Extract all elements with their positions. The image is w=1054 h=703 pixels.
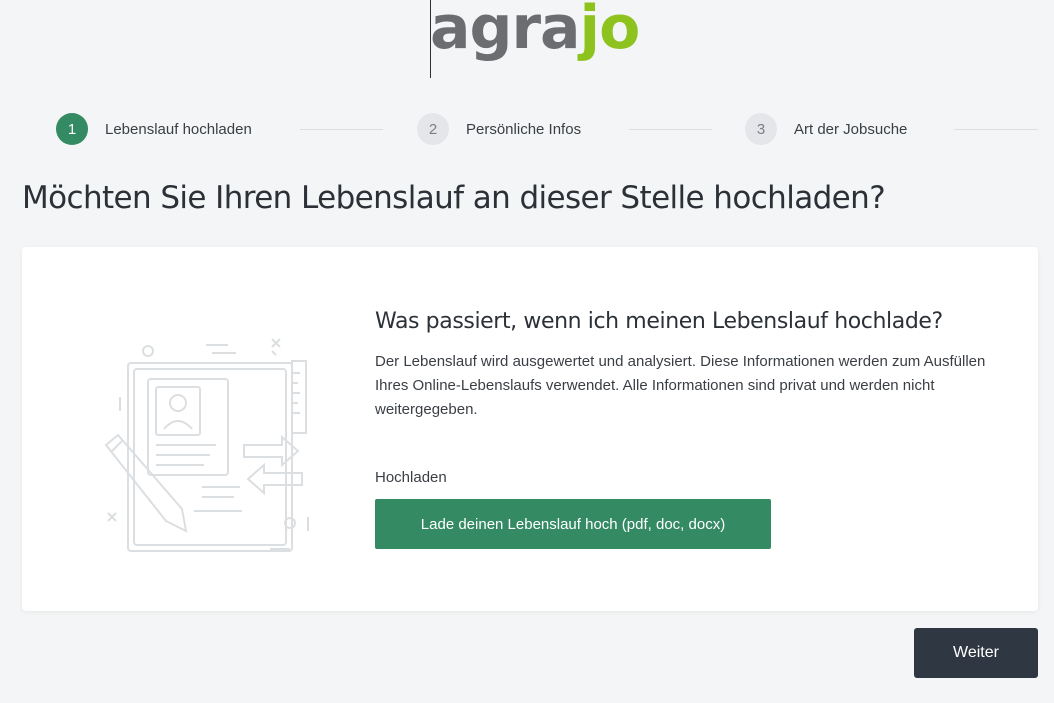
info-heading: Was passiert, wenn ich meinen Lebenslauf… [375,309,943,334]
step-3[interactable]: 3 Art der Jobsuche [745,113,907,145]
step-1[interactable]: 1 Lebenslauf hochladen [56,113,252,145]
logo-part-2: jo [579,0,641,63]
step-connector [954,129,1038,130]
step-2[interactable]: 2 Persönliche Infos [417,113,581,145]
step-3-number: 3 [745,113,777,145]
step-connector [300,129,383,130]
step-2-number: 2 [417,113,449,145]
upload-label: Hochladen [375,469,447,486]
step-1-label: Lebenslauf hochladen [105,120,252,138]
step-3-label: Art der Jobsuche [794,120,908,138]
step-2-label: Persönliche Infos [466,120,582,138]
logo-part-1: agra [430,0,581,63]
resume-upload-illustration-icon [104,338,309,552]
page-title: Möchten Sie Ihren Lebenslauf an dieser S… [22,180,886,216]
progress-stepper: 1 Lebenslauf hochladen 2 Persönliche Inf… [56,113,1038,145]
agrajo-logo[interactable]: agrajo [430,0,641,68]
upload-card: Was passiert, wenn ich meinen Lebenslauf… [22,247,1038,611]
upload-resume-button[interactable]: Lade deinen Lebenslauf hoch (pdf, doc, d… [375,499,771,549]
next-button[interactable]: Weiter [914,628,1038,678]
info-description: Der Lebenslauf wird ausgewertet und anal… [375,353,986,418]
step-connector [629,129,712,130]
info-section: Was passiert, wenn ich meinen Lebenslauf… [375,309,1005,422]
step-1-number: 1 [56,113,88,145]
